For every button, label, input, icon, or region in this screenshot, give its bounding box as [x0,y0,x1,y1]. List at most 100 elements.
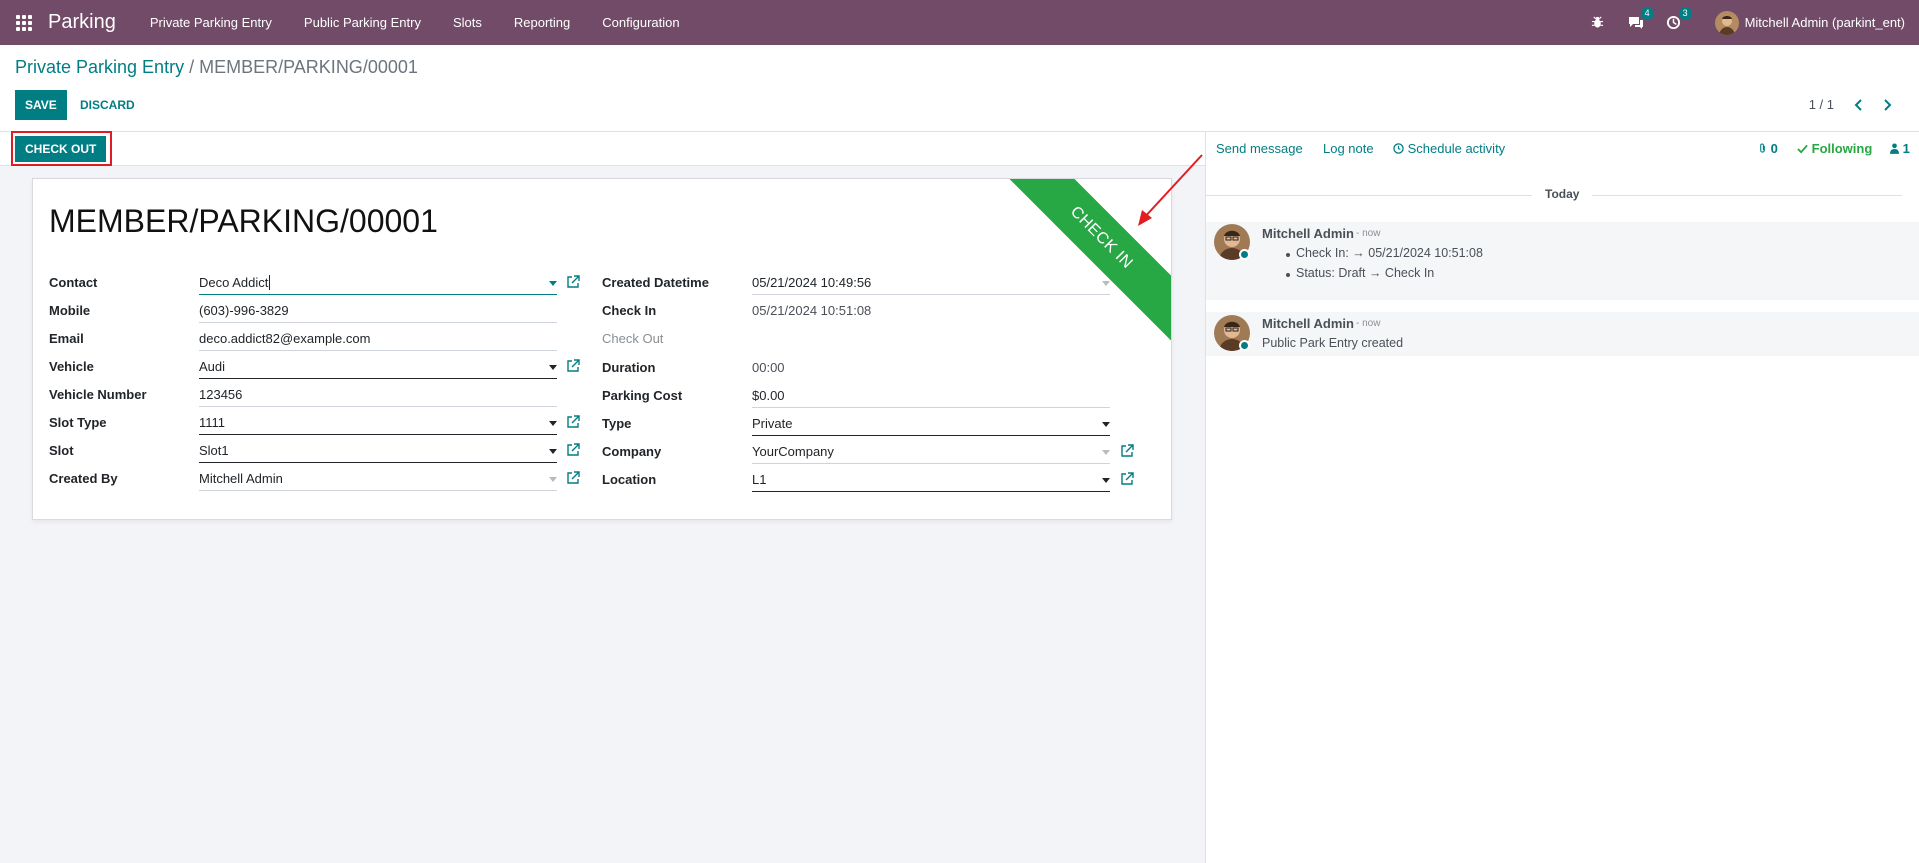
form-area: CHECK IN MEMBER/PARKING/00001 Contact De… [0,166,1205,863]
message-time: - now [1356,228,1381,239]
slot-type-value: 1111 [199,415,226,430]
save-button[interactable]: SAVE [15,90,67,120]
message-body: Public Park Entry created [1262,336,1404,350]
slot-external-link-icon[interactable] [566,443,580,457]
menu-slots[interactable]: Slots [437,0,498,45]
email-field[interactable]: deco.addict82@example.com [199,329,557,351]
date-separator-label: Today [1545,187,1580,201]
vehicle-dropdown-icon[interactable] [549,365,557,370]
location-dropdown-icon[interactable] [1102,478,1110,483]
bug-icon[interactable] [1589,14,1607,32]
bullet-icon [1286,273,1290,277]
chatter-topbar: Send message Log note Schedule activity … [1206,132,1919,166]
following-label: Following [1811,141,1873,156]
location-value: L1 [752,472,767,487]
vehicle-value: Audi [199,359,226,374]
contact-field[interactable]: Deco Addict [199,273,557,295]
breadcrumb-parent[interactable]: Private Parking Entry [15,57,184,77]
slot-dropdown-icon[interactable] [549,449,557,454]
schedule-activity-label: Schedule activity [1407,141,1506,156]
location-external-link-icon[interactable] [1120,472,1134,486]
created-by-field[interactable]: Mitchell Admin [199,469,557,491]
location-label: Location [602,472,657,487]
user-icon [1890,143,1899,154]
location-field[interactable]: L1 [752,470,1110,492]
slot-label: Slot [49,443,74,458]
created-by-label: Created By [49,471,118,486]
log-note-button[interactable]: Log note [1323,141,1374,156]
followers-button[interactable]: 1 [1890,141,1910,156]
user-menu[interactable]: Mitchell Admin (parkint_ent) [1714,10,1905,35]
vehicle-number-field[interactable]: 123456 [199,385,557,407]
following-button[interactable]: Following [1797,141,1872,156]
message-author[interactable]: Mitchell Admin [1262,316,1354,331]
control-panel: Private Parking Entry / MEMBER/PARKING/0… [0,45,1919,132]
menu-private-parking-entry[interactable]: Private Parking Entry [134,0,288,45]
discard-button[interactable]: DISCARD [72,90,143,120]
created-datetime-dropdown-icon [1102,281,1110,286]
slot-type-external-link-icon[interactable] [566,415,580,429]
check-out-button[interactable]: CHECK OUT [15,136,107,162]
messages-badge: 4 [1640,6,1654,20]
created-datetime-label: Created Datetime [602,275,709,290]
systray: 4 3 Mitchell Admin (parkint_ent) [1579,0,1905,45]
menu-public-parking-entry[interactable]: Public Parking Entry [288,0,437,45]
slot-type-label: Slot Type [49,415,107,430]
attachments-count: 0 [1770,141,1778,156]
record-title: MEMBER/PARKING/00001 [49,203,438,239]
check-in-label: Check In [602,303,657,318]
messages-icon[interactable]: 4 [1627,6,1654,32]
pager-previous-icon[interactable] [1849,95,1869,115]
vehicle-external-link-icon[interactable] [566,359,580,373]
message-author[interactable]: Mitchell Admin [1262,226,1354,241]
annotation-arrow-icon [1138,154,1203,226]
type-label: Type [602,416,632,431]
tracking-line-status: Status: Draft → Check In [1296,266,1435,280]
email-label: Email [49,331,84,346]
created-by-external-link-icon[interactable] [566,471,580,485]
activities-badge: 3 [1678,6,1692,20]
company-field[interactable]: YourCompany [752,442,1110,464]
send-message-button[interactable]: Send message [1216,141,1303,156]
parking-cost-field[interactable]: $0.00 [752,386,1110,408]
created-by-value: Mitchell Admin [199,471,283,486]
check-icon [1797,144,1808,154]
menu-configuration[interactable]: Configuration [586,0,695,45]
chatter-message: Mitchell Admin - now Check In: → 05/21/2… [1206,222,1919,300]
activities-icon[interactable]: 3 [1665,6,1692,32]
top-navbar: Parking Private Parking Entry Public Par… [0,0,1919,45]
vehicle-field[interactable]: Audi [199,357,557,379]
slot-type-dropdown-icon[interactable] [549,421,557,426]
company-external-link-icon[interactable] [1120,444,1134,458]
menu-reporting[interactable]: Reporting [498,0,586,45]
parking-cost-label: Parking Cost [602,388,683,403]
clock-icon [1393,143,1404,154]
schedule-activity-button[interactable]: Schedule activity [1393,141,1505,156]
tracking-line-check-in: Check In: → 05/21/2024 10:51:08 [1296,246,1483,260]
breadcrumb-current: MEMBER/PARKING/00001 [199,57,418,77]
online-status-icon [1239,249,1250,260]
type-select[interactable]: Private [752,414,1110,436]
contact-value: Deco Addict [199,275,269,290]
message-time: - now [1356,318,1381,329]
attachments-button[interactable]: 0 [1758,141,1778,156]
contact-external-link-icon[interactable] [566,275,580,289]
bullet-icon [1286,253,1290,257]
chatter-message: Mitchell Admin - now Public Park Entry c… [1206,312,1919,356]
company-label: Company [602,444,662,459]
created-datetime-value: 05/21/2024 10:49:56 [752,275,872,290]
mobile-label: Mobile [49,303,91,318]
mobile-field[interactable]: (603)-996-3829 [199,301,557,323]
slot-type-field[interactable]: 1111 [199,413,557,435]
slot-field[interactable]: Slot1 [199,441,557,463]
contact-dropdown-icon[interactable] [549,281,557,286]
apps-menu-icon[interactable] [14,13,34,33]
created-datetime-field[interactable]: 05/21/2024 10:49:56 [752,273,1110,295]
breadcrumb-separator: / [189,57,195,77]
app-brand[interactable]: Parking [48,11,116,34]
pager-value[interactable]: 1 / 1 [1809,97,1834,112]
type-dropdown-icon[interactable] [1102,422,1110,427]
duration-field: 00:00 [752,360,785,375]
breadcrumb: Private Parking Entry / MEMBER/PARKING/0… [15,57,418,78]
pager-next-icon[interactable] [1877,95,1897,115]
